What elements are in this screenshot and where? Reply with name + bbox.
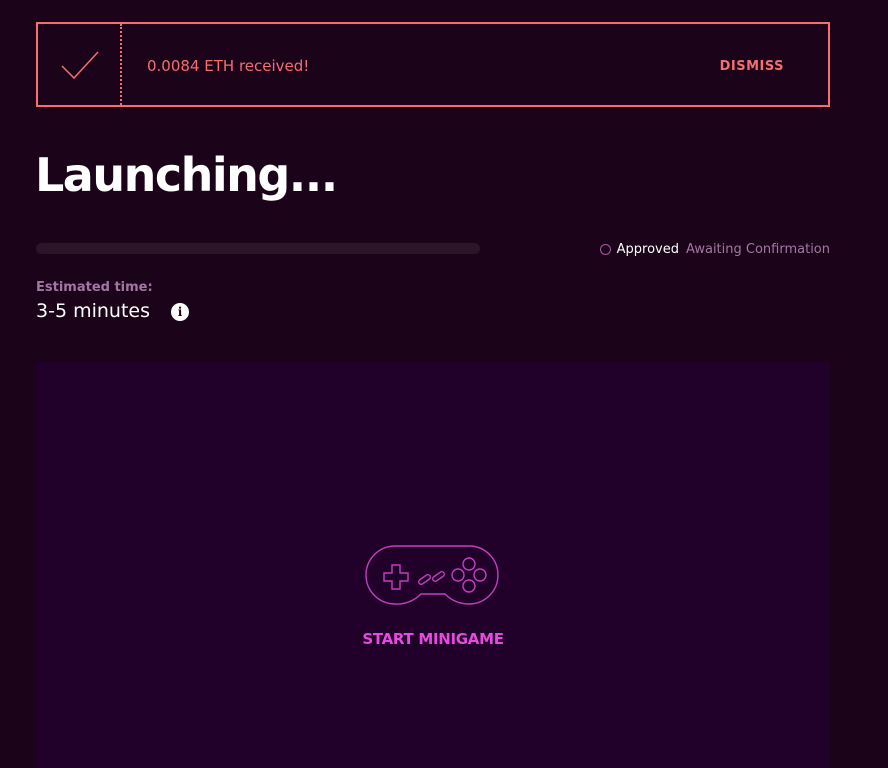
estimated-time-value: 3-5 minutes [36,300,150,322]
start-minigame-button[interactable]: START MINIGAME [36,630,830,648]
notice-icon-cell [38,24,122,105]
launch-page: 0.0084 ETH received! DISMISS Launching..… [0,0,888,768]
transaction-status: Approved Awaiting Confirmation [599,242,830,257]
progress-bar [36,243,480,254]
status-approved-label: Approved [616,242,679,257]
estimated-time-label: Estimated time: [36,280,153,295]
status-circle-icon [599,244,611,255]
minigame-panel: START MINIGAME [36,362,830,768]
checkmark-icon [61,51,99,80]
page-title: Launching... [35,148,338,202]
notice-message: 0.0084 ETH received! [147,57,310,75]
info-icon[interactable]: i [171,303,189,321]
status-awaiting-label: Awaiting Confirmation [685,242,830,257]
gamepad-icon[interactable] [365,544,501,606]
payment-received-notice: 0.0084 ETH received! DISMISS [36,22,830,107]
dismiss-button[interactable]: DISMISS [720,59,784,74]
